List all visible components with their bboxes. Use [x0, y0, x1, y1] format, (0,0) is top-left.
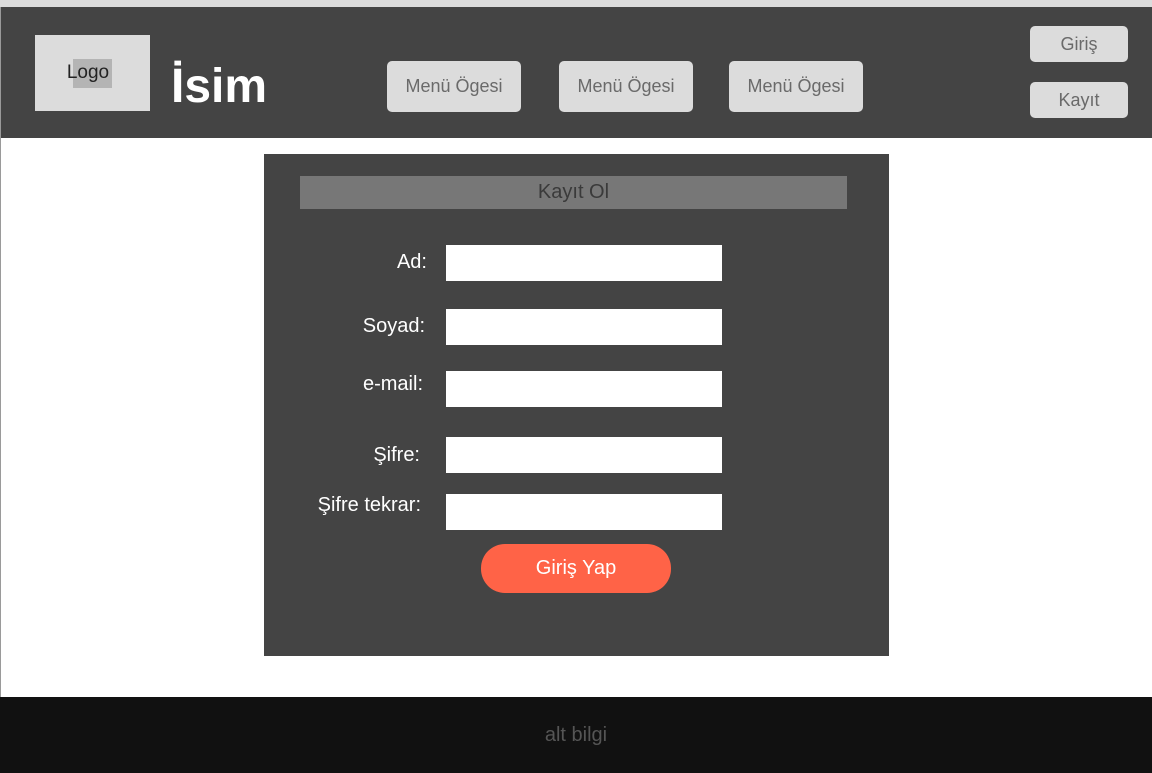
footer-text: alt bilgi: [544, 723, 608, 746]
logo[interactable]: Logo: [35, 35, 150, 111]
logo-label: Logo: [66, 62, 110, 83]
first-name-field[interactable]: [446, 245, 722, 281]
email-label: e-mail:: [362, 373, 423, 395]
menu-item-2[interactable]: Menü Ögesi: [559, 61, 693, 112]
page-left-border: [0, 7, 1, 697]
last-name-field[interactable]: [446, 309, 722, 345]
form-title: Kayıt Ol: [300, 176, 847, 209]
password-repeat-field[interactable]: [446, 494, 722, 530]
password-field[interactable]: [446, 437, 722, 473]
password-label: Şifre:: [373, 444, 420, 466]
site-header: Logo İsim Menü Ögesi Menü Ögesi Menü Öge…: [0, 7, 1152, 138]
register-button[interactable]: Kayıt: [1030, 82, 1128, 118]
top-strip: [0, 0, 1152, 7]
menu-item-1[interactable]: Menü Ögesi: [387, 61, 521, 112]
menu-item-3[interactable]: Menü Ögesi: [729, 61, 863, 112]
login-button[interactable]: Giriş: [1030, 26, 1128, 62]
submit-button[interactable]: Giriş Yap: [481, 544, 671, 593]
last-name-label: Soyad:: [362, 315, 425, 337]
site-name: İsim: [171, 60, 268, 113]
site-footer: alt bilgi: [0, 697, 1152, 773]
email-field[interactable]: [446, 371, 722, 407]
password-repeat-label: Şifre tekrar:: [317, 494, 421, 516]
register-form-panel: Kayıt Ol Ad: Soyad: e-mail: Şifre: Şifre…: [264, 154, 889, 656]
first-name-label: Ad:: [396, 251, 427, 273]
